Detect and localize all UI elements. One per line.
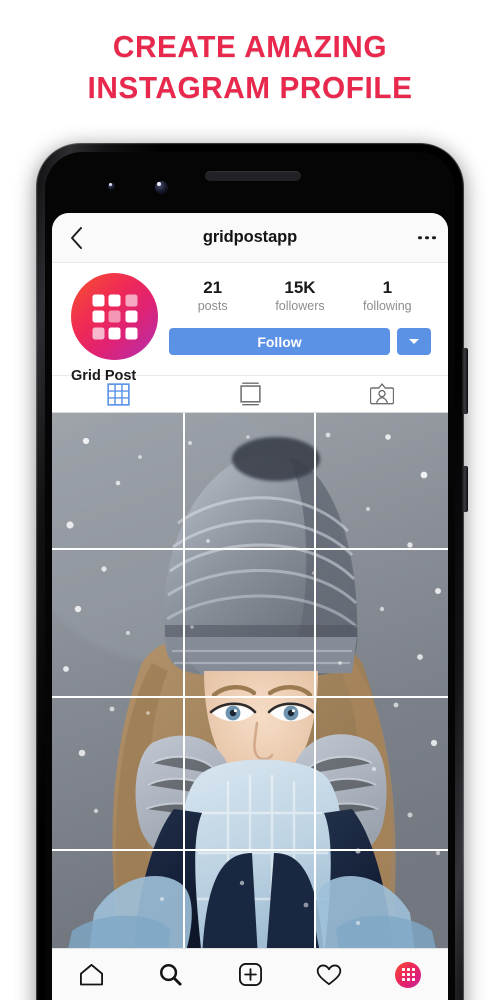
profile-photo (52, 413, 448, 958)
earpiece-speaker-icon (205, 171, 301, 181)
power-button[interactable] (462, 466, 468, 512)
stat-value: 21 (203, 278, 223, 297)
front-camera-icon (155, 181, 168, 194)
back-button[interactable] (62, 224, 90, 252)
dot (425, 235, 429, 240)
profile-username: gridpostapp (202, 228, 298, 246)
dot (432, 235, 436, 240)
nav-activity[interactable] (290, 963, 369, 987)
grid-post-logo-icon (92, 294, 137, 339)
heart-icon (316, 964, 342, 985)
dot (418, 235, 422, 240)
tab-igtv[interactable] (184, 376, 316, 412)
logo-cell (92, 294, 104, 306)
proximity-sensor-icon (108, 183, 115, 190)
chevron-left-icon (70, 226, 82, 249)
tab-tagged[interactable] (316, 376, 448, 412)
stat-value: 15K (284, 278, 316, 297)
stat-label: followers (275, 299, 325, 313)
avatar[interactable] (71, 273, 158, 360)
headline-line-1: CREATE AMAZING (112, 29, 388, 64)
logo-cell (108, 294, 121, 306)
stat-label: following (363, 299, 412, 313)
grid-post-avatar-icon (395, 961, 422, 988)
logo-cell (108, 327, 121, 339)
profile-display-name: Grid Post (71, 368, 137, 384)
home-icon (80, 963, 104, 986)
instagram-topbar: gridpostapp (52, 213, 448, 263)
stat-label: posts (197, 299, 228, 313)
follow-button[interactable]: Follow (169, 328, 390, 355)
chevron-down-icon (409, 339, 419, 344)
stat-value: 1 (382, 278, 393, 297)
volume-rocker-button[interactable] (462, 348, 468, 414)
logo-cell (92, 327, 104, 339)
follow-row: Follow (169, 328, 431, 355)
avatar-block: Grid Post (71, 273, 158, 384)
nav-home[interactable] (52, 962, 131, 987)
logo-cell (125, 310, 137, 323)
nav-search[interactable] (131, 962, 210, 987)
bottom-navigation (52, 948, 448, 1000)
phone-screen: gridpostapp Grid Post 21 posts 15K follo… (52, 213, 448, 1000)
logo-cell (108, 310, 121, 323)
more-options-icon[interactable] (418, 235, 436, 240)
tv-icon (239, 381, 261, 405)
nav-profile[interactable] (369, 961, 448, 988)
profile-stats: 21 posts 15K followers 1 following (169, 277, 431, 314)
mini-grid (401, 967, 416, 982)
stat-posts[interactable]: 21 posts (169, 277, 256, 314)
logo-cell (92, 310, 104, 323)
stat-followers[interactable]: 15K followers (256, 277, 343, 314)
headline-line-2: INSTAGRAM PROFILE (87, 70, 413, 105)
tagged-person-icon (370, 383, 394, 405)
plus-square-icon (238, 963, 262, 986)
grid-icon (106, 382, 130, 406)
page-root: CREATE AMAZING INSTAGRAM PROFILE gridpos… (0, 0, 500, 1000)
search-icon (160, 964, 182, 986)
logo-cell (125, 294, 137, 306)
profile-header: Grid Post 21 posts 15K followers 1 follo… (52, 263, 448, 384)
page-title: CREATE AMAZING INSTAGRAM PROFILE (10, 26, 490, 108)
photo-grid-preview[interactable] (52, 413, 448, 958)
nav-add-post[interactable] (210, 962, 289, 987)
follow-dropdown-button[interactable] (397, 328, 431, 355)
logo-cell (125, 327, 137, 339)
stat-following[interactable]: 1 following (344, 277, 431, 314)
